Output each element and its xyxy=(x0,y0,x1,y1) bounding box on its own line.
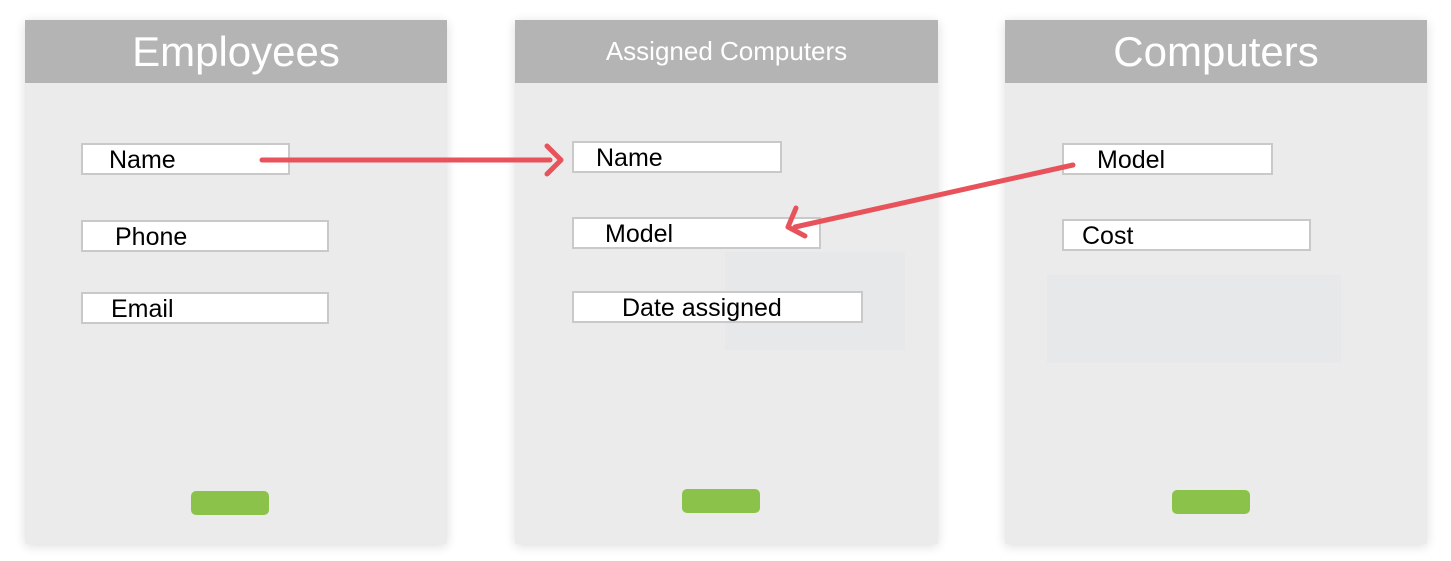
employees-name-field: Name xyxy=(81,143,290,175)
assigned-date-label: Date assigned xyxy=(622,294,782,322)
computers-save-button[interactable] xyxy=(1172,490,1250,514)
employees-save-button[interactable] xyxy=(191,491,269,515)
employees-title: Employees xyxy=(25,20,447,83)
employees-email-field: Email xyxy=(81,292,329,324)
assigned-date-field: Date assigned xyxy=(572,291,863,323)
assigned-computers-card: Assigned Computers Name Model Date assig… xyxy=(515,20,938,544)
computers-cost-label: Cost xyxy=(1082,222,1134,250)
computers-model-field: Model xyxy=(1062,143,1273,175)
employees-phone-field: Phone xyxy=(81,220,329,252)
employees-email-label: Email xyxy=(111,295,174,323)
assigned-model-label: Model xyxy=(605,220,674,248)
employees-name-label: Name xyxy=(109,146,176,174)
computers-card: Computers Model Cost xyxy=(1005,20,1427,544)
assigned-computers-title: Assigned Computers xyxy=(515,20,938,83)
assigned-save-button[interactable] xyxy=(682,489,760,513)
assigned-model-field: Model xyxy=(572,217,821,249)
employees-card: Employees Name Phone Email xyxy=(25,20,447,544)
computers-cost-field: Cost xyxy=(1062,219,1311,251)
computers-model-label: Model xyxy=(1097,146,1166,174)
faded-placeholder xyxy=(1047,275,1341,363)
assigned-name-label: Name xyxy=(596,144,663,172)
computers-title: Computers xyxy=(1005,20,1427,83)
employees-phone-label: Phone xyxy=(115,223,188,251)
assigned-name-field: Name xyxy=(572,141,782,173)
